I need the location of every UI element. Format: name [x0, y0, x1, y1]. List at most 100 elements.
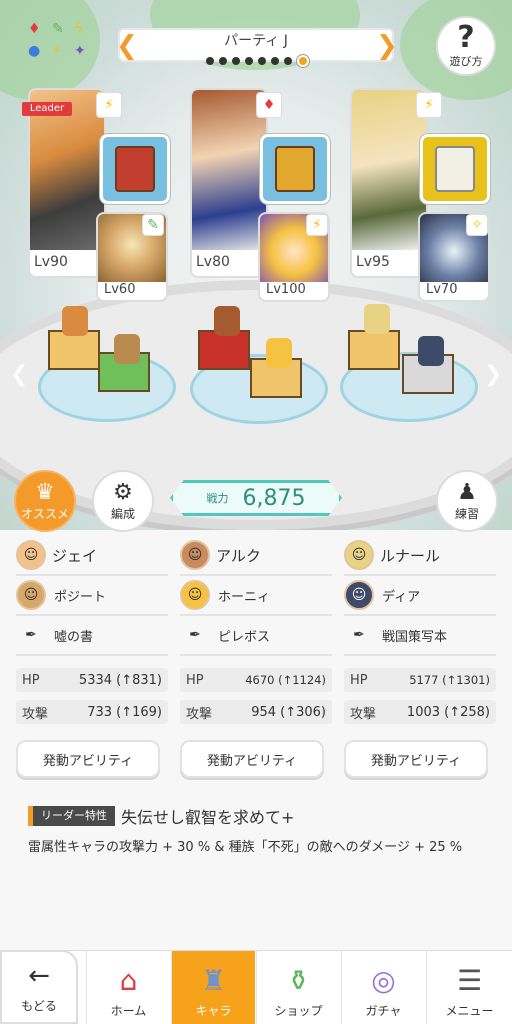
main-character-name: アルク — [216, 546, 261, 565]
practice-button[interactable]: ♟ 練習 — [436, 470, 498, 532]
attack-label: 攻撃 — [186, 706, 213, 722]
nav-shop[interactable]: ⚱ ショップ — [256, 951, 340, 1024]
hp-label: HP — [186, 672, 204, 688]
page-dot[interactable] — [270, 57, 279, 65]
page-dot[interactable] — [283, 57, 292, 65]
leaf-element-icon: ✎ — [142, 214, 164, 236]
shop-icon: ⚱ — [286, 964, 311, 997]
recommend-label: オススメ — [20, 506, 69, 521]
back-button[interactable]: ← もどる — [0, 950, 78, 1024]
attack-stat: 攻撃 1003 (↑258) — [344, 700, 496, 724]
attack-label: 攻撃 — [350, 706, 377, 722]
attack-stat: 攻撃 733 (↑169) — [16, 700, 168, 724]
element-filter[interactable]: ♦ ✎ ϟ ● ⚡ ✦ — [24, 20, 94, 64]
flash-element-icon: ⚡ — [96, 92, 122, 118]
item-row[interactable]: ✒ 戦国策写本 — [344, 616, 496, 656]
pixel-character-icon — [114, 334, 140, 364]
sub-character-row[interactable]: ☺ ホーニィ — [180, 576, 332, 616]
item-name: 嘘の書 — [54, 629, 94, 645]
book-icon — [435, 146, 475, 192]
sub-character-level: Lv60 — [104, 282, 136, 297]
recommend-button[interactable]: ♛ オススメ — [14, 470, 76, 532]
pixel-character-icon — [62, 306, 88, 336]
leader-badge: Leader — [22, 102, 72, 116]
crown-icon: ♛ — [35, 479, 55, 505]
pixel-character-icon — [364, 304, 390, 334]
power-value: 6,875 — [242, 485, 306, 511]
star-icon: ✦ — [74, 43, 86, 59]
sub-character-name: ポジート — [54, 589, 107, 605]
page-dot[interactable] — [218, 57, 227, 65]
question-mark-icon: ? — [457, 20, 475, 55]
sub-character-level: Lv70 — [426, 282, 458, 297]
sub-character-name: ホーニィ — [218, 589, 271, 605]
main-character-card-1[interactable]: Lv90 — [28, 88, 106, 278]
item-row[interactable]: ✒ ピレボス — [180, 616, 332, 656]
avatar: ☺ — [16, 540, 46, 570]
next-party-arrow-icon[interactable]: ❯ — [376, 32, 398, 60]
leader-skill-description: 雷属性キャラの攻撃力 + 30 % & 種族「不死」の敵へのダメージ + 25 … — [28, 840, 463, 855]
formation-button[interactable]: ⚙ 編成 — [92, 470, 154, 532]
character-level: Lv80 — [196, 254, 230, 270]
character-portrait — [192, 90, 266, 250]
ability-button-1[interactable]: 発動アビリティ — [16, 740, 160, 778]
block-icon — [348, 330, 400, 370]
page-dot[interactable] — [244, 57, 253, 65]
nav-chara[interactable]: ♜ キャラ — [171, 951, 255, 1024]
hp-stat: HP 5334 (↑831) — [16, 668, 168, 692]
practice-label: 練習 — [454, 506, 479, 521]
item-name: ピレボス — [218, 629, 271, 645]
block-icon — [48, 330, 100, 370]
circle-icon: ● — [28, 43, 41, 59]
equipped-book-3[interactable] — [420, 134, 490, 204]
avatar: ☺ — [344, 580, 374, 610]
item-name: 戦国策写本 — [382, 629, 448, 645]
sub-character-level: Lv100 — [266, 282, 306, 297]
sparkle-element-icon: ✧ — [466, 214, 488, 236]
character-level: Lv95 — [356, 254, 390, 270]
back-label: もどる — [21, 998, 57, 1013]
main-character-row[interactable]: ☺ アルク — [180, 536, 332, 576]
nav-menu[interactable]: ☰ メニュー — [426, 951, 512, 1024]
main-character-name: ジェイ — [52, 546, 98, 565]
page-dot[interactable] — [205, 57, 214, 65]
book-icon — [275, 146, 315, 192]
main-character-row[interactable]: ☺ ジェイ — [16, 536, 168, 576]
item-row[interactable]: ✒ 嘘の書 — [16, 616, 168, 656]
scroll-left-icon[interactable]: ❮ — [10, 362, 28, 387]
nav-label: ガチャ — [365, 1004, 402, 1018]
member-info-2: ☺ アルク ☺ ホーニィ ✒ ピレボス HP 4670 (↑1124) 攻撃 9… — [180, 536, 332, 724]
nav-label: メニュー — [445, 1004, 494, 1018]
scroll-right-icon[interactable]: ❯ — [484, 362, 502, 387]
page-dot[interactable] — [231, 57, 240, 65]
ability-button-3[interactable]: 発動アビリティ — [344, 740, 488, 778]
party-page-indicator[interactable] — [182, 54, 332, 68]
main-character-row[interactable]: ☺ ルナール — [344, 536, 496, 576]
hp-value: 5334 (↑831) — [78, 672, 162, 688]
leader-skill-tag: リーダー特性 — [28, 806, 115, 826]
nav-gacha[interactable]: ◎ ガチャ — [341, 951, 425, 1024]
prev-party-arrow-icon[interactable]: ❮ — [116, 32, 138, 60]
sub-character-row[interactable]: ☺ ディア — [344, 576, 496, 616]
sub-character-row[interactable]: ☺ ポジート — [16, 576, 168, 616]
page-dot-active[interactable] — [296, 55, 309, 67]
attack-value: 733 (↑169) — [87, 704, 162, 720]
help-button[interactable]: ? 遊び方 — [436, 16, 496, 76]
help-label: 遊び方 — [449, 55, 483, 68]
diamond-element-icon: ♦ — [256, 92, 282, 118]
hp-value: 4670 (↑1124) — [245, 673, 326, 687]
ability-button-2[interactable]: 発動アビリティ — [180, 740, 324, 778]
hp-stat: HP 4670 (↑1124) — [180, 668, 332, 692]
page-dot[interactable] — [257, 57, 266, 65]
equipped-book-1[interactable] — [100, 134, 170, 204]
team-power-display: 戦力 6,875 — [170, 480, 342, 516]
hp-label: HP — [350, 672, 368, 688]
character-icon: ♜ — [200, 964, 227, 997]
equipped-book-2[interactable] — [260, 134, 330, 204]
flash-element-icon: ⚡ — [306, 214, 328, 236]
bolt-icon: ⚡ — [52, 43, 62, 59]
pen-nib-icon: ✒ — [25, 627, 37, 643]
nav-home[interactable]: ⌂ ホーム — [86, 951, 170, 1024]
attack-stat: 攻撃 954 (↑306) — [180, 700, 332, 724]
nav-label: ホーム — [110, 1004, 147, 1018]
